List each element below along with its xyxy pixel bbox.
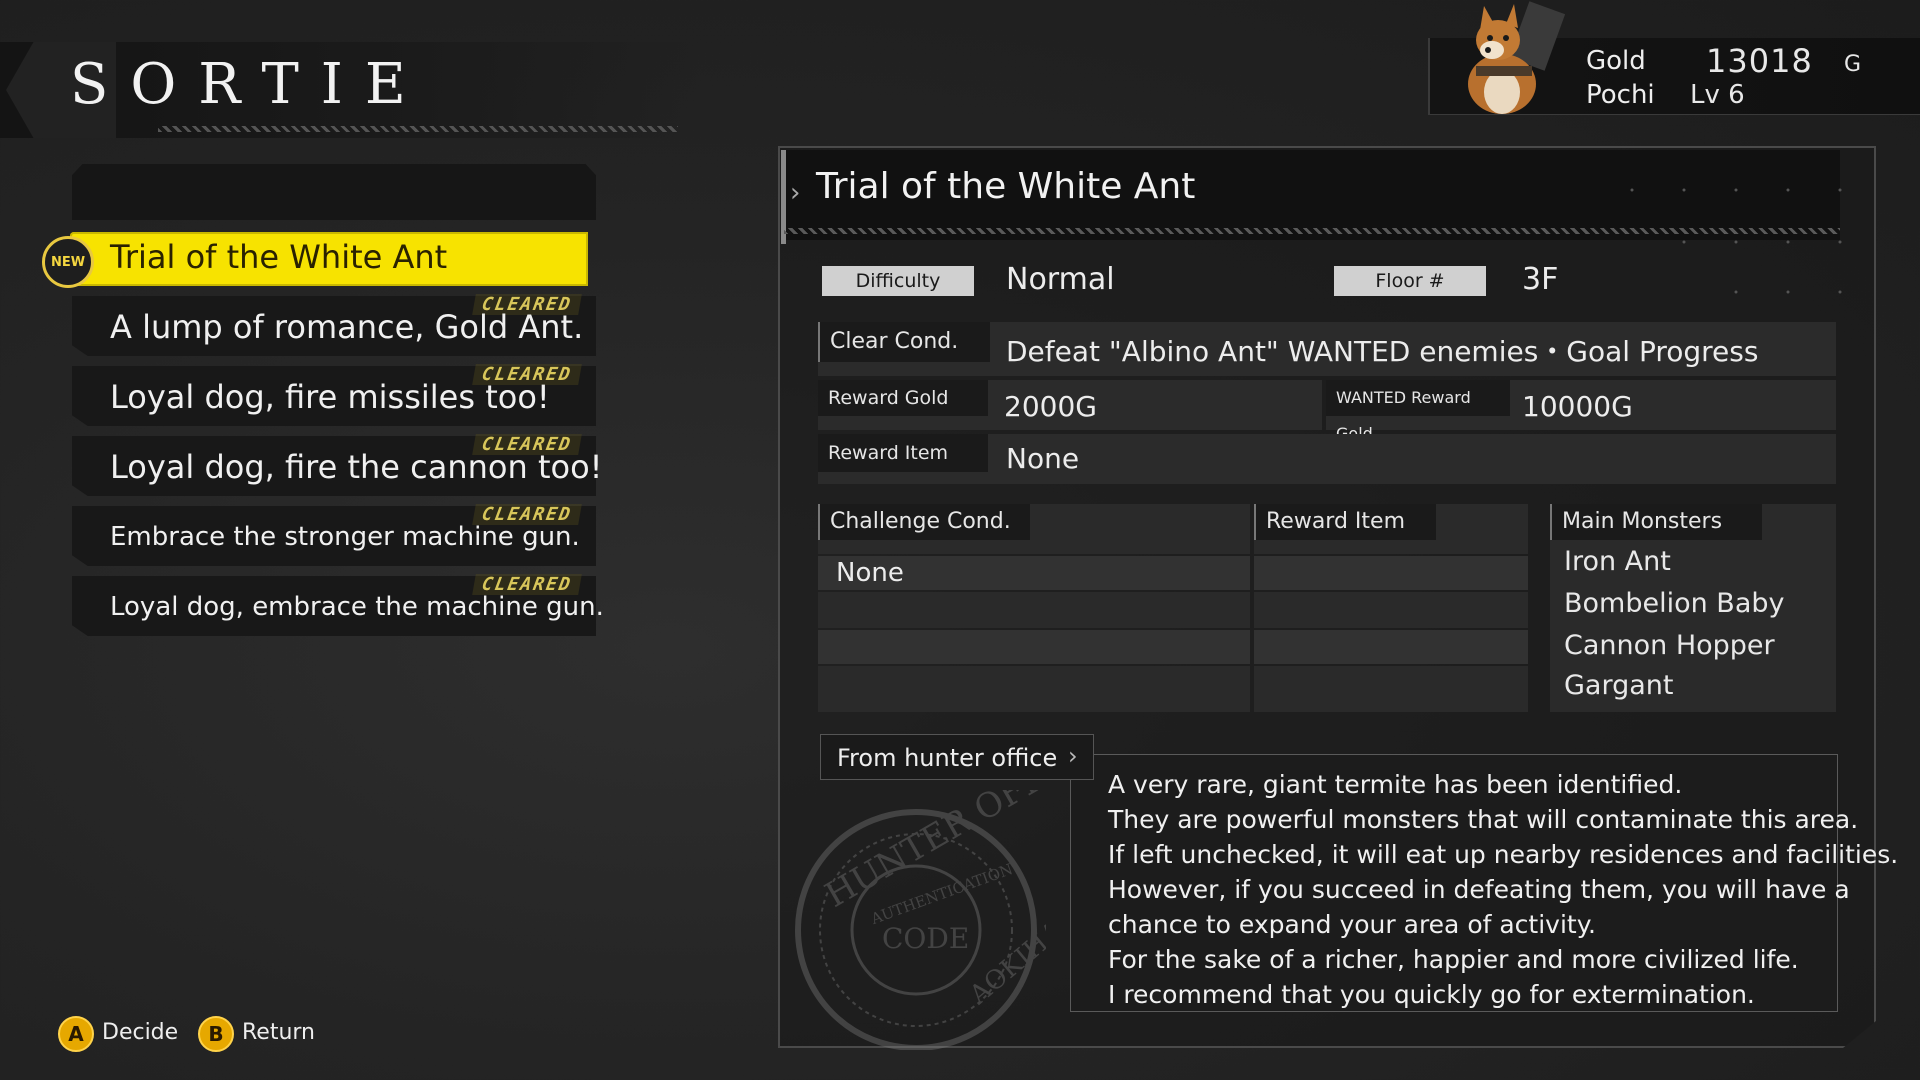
monster-name: Bombelion Baby xyxy=(1564,588,1785,619)
gold-amount: 13018 xyxy=(1706,42,1813,80)
wanted-reward-label: WANTED Reward Gold xyxy=(1326,380,1510,443)
challenge-reward-label: Reward Item xyxy=(1254,504,1436,540)
mission-label: Embrace the stronger machine gun. xyxy=(110,522,580,552)
challenge-cond-label: Challenge Cond. xyxy=(818,504,1030,540)
description-line: A very rare, giant termite has been iden… xyxy=(1108,770,1683,799)
floor-tag: Floor # xyxy=(1334,266,1486,296)
challenge-reward-cell xyxy=(1254,556,1528,590)
challenge-cell xyxy=(818,630,1250,664)
mission-label: Loyal dog, embrace the machine gun. xyxy=(110,592,604,622)
challenge-cell xyxy=(818,666,1250,712)
description-line: They are powerful monsters that will con… xyxy=(1108,805,1859,834)
chevron-right-icon: › xyxy=(1068,742,1078,770)
mission-label: Trial of the White Ant xyxy=(110,238,448,276)
reward-item-label: Reward Item xyxy=(818,434,988,472)
companion-name: Pochi xyxy=(1586,80,1655,110)
challenge-reward-cell xyxy=(1254,630,1528,664)
challenge-reward-cell xyxy=(1254,592,1528,628)
dot-grid-decoration xyxy=(1630,188,1842,294)
gold-unit: G xyxy=(1844,52,1862,77)
new-badge: NEW xyxy=(42,236,94,288)
reward-gold-value: 2000G xyxy=(1004,390,1097,423)
clear-cond-value: Defeat "Albino Ant" WANTED enemies・Goal … xyxy=(1006,335,1759,368)
monster-name: Gargant xyxy=(1564,670,1674,701)
a-button-icon[interactable]: A xyxy=(58,1016,94,1052)
header-divider xyxy=(158,126,678,132)
challenge-reward-cell xyxy=(1254,666,1528,712)
mission-label: A lump of romance, Gold Ant. xyxy=(110,308,584,346)
detail-title: Trial of the White Ant xyxy=(816,166,1196,207)
main-monsters-label: Main Monsters xyxy=(1550,504,1762,540)
difficulty-value: Normal xyxy=(1006,262,1115,297)
source-tab[interactable]: From hunter office xyxy=(820,734,1094,780)
description-line: If left unchecked, it will eat up nearby… xyxy=(1108,840,1899,869)
stamp-text: CODE xyxy=(882,922,969,955)
description-line: chance to expand your area of activity. xyxy=(1108,910,1596,939)
challenge-cond-value: None xyxy=(836,558,904,588)
reward-gold-label: Reward Gold xyxy=(818,380,988,416)
mission-label: Loyal dog, fire the cannon too! xyxy=(110,448,603,486)
gold-label: Gold xyxy=(1586,46,1646,76)
return-label: Return xyxy=(242,1020,316,1045)
floor-value: 3F xyxy=(1522,262,1559,297)
description-line: However, if you succeed in defeating the… xyxy=(1108,875,1850,904)
chevron-right-icon: › xyxy=(790,178,801,208)
clear-cond-label: Clear Cond. xyxy=(818,322,990,362)
mission-label: Loyal dog, fire missiles too! xyxy=(110,378,550,416)
page-title: SORTIE xyxy=(70,52,428,117)
hunter-office-stamp-icon: HUNTER OFFICE AUTHENTICATION CODE AOKIHA… xyxy=(795,790,1046,1050)
wanted-reward-value: 10000G xyxy=(1522,390,1633,423)
b-button-icon[interactable]: B xyxy=(198,1016,234,1052)
reward-item-value: None xyxy=(1006,442,1080,475)
decide-label: Decide xyxy=(102,1020,179,1045)
monster-name: Cannon Hopper xyxy=(1564,630,1775,661)
difficulty-tag: Difficulty xyxy=(822,266,974,296)
monster-name: Iron Ant xyxy=(1564,546,1671,577)
description-line: For the sake of a richer, happier and mo… xyxy=(1108,945,1799,974)
mission-list-header-plate xyxy=(72,164,596,220)
dog-portrait-avatar xyxy=(1468,1,1566,114)
challenge-cell xyxy=(818,592,1250,628)
description-line: I recommend that you quickly go for exte… xyxy=(1108,980,1755,1009)
companion-level: Lv 6 xyxy=(1690,80,1745,110)
